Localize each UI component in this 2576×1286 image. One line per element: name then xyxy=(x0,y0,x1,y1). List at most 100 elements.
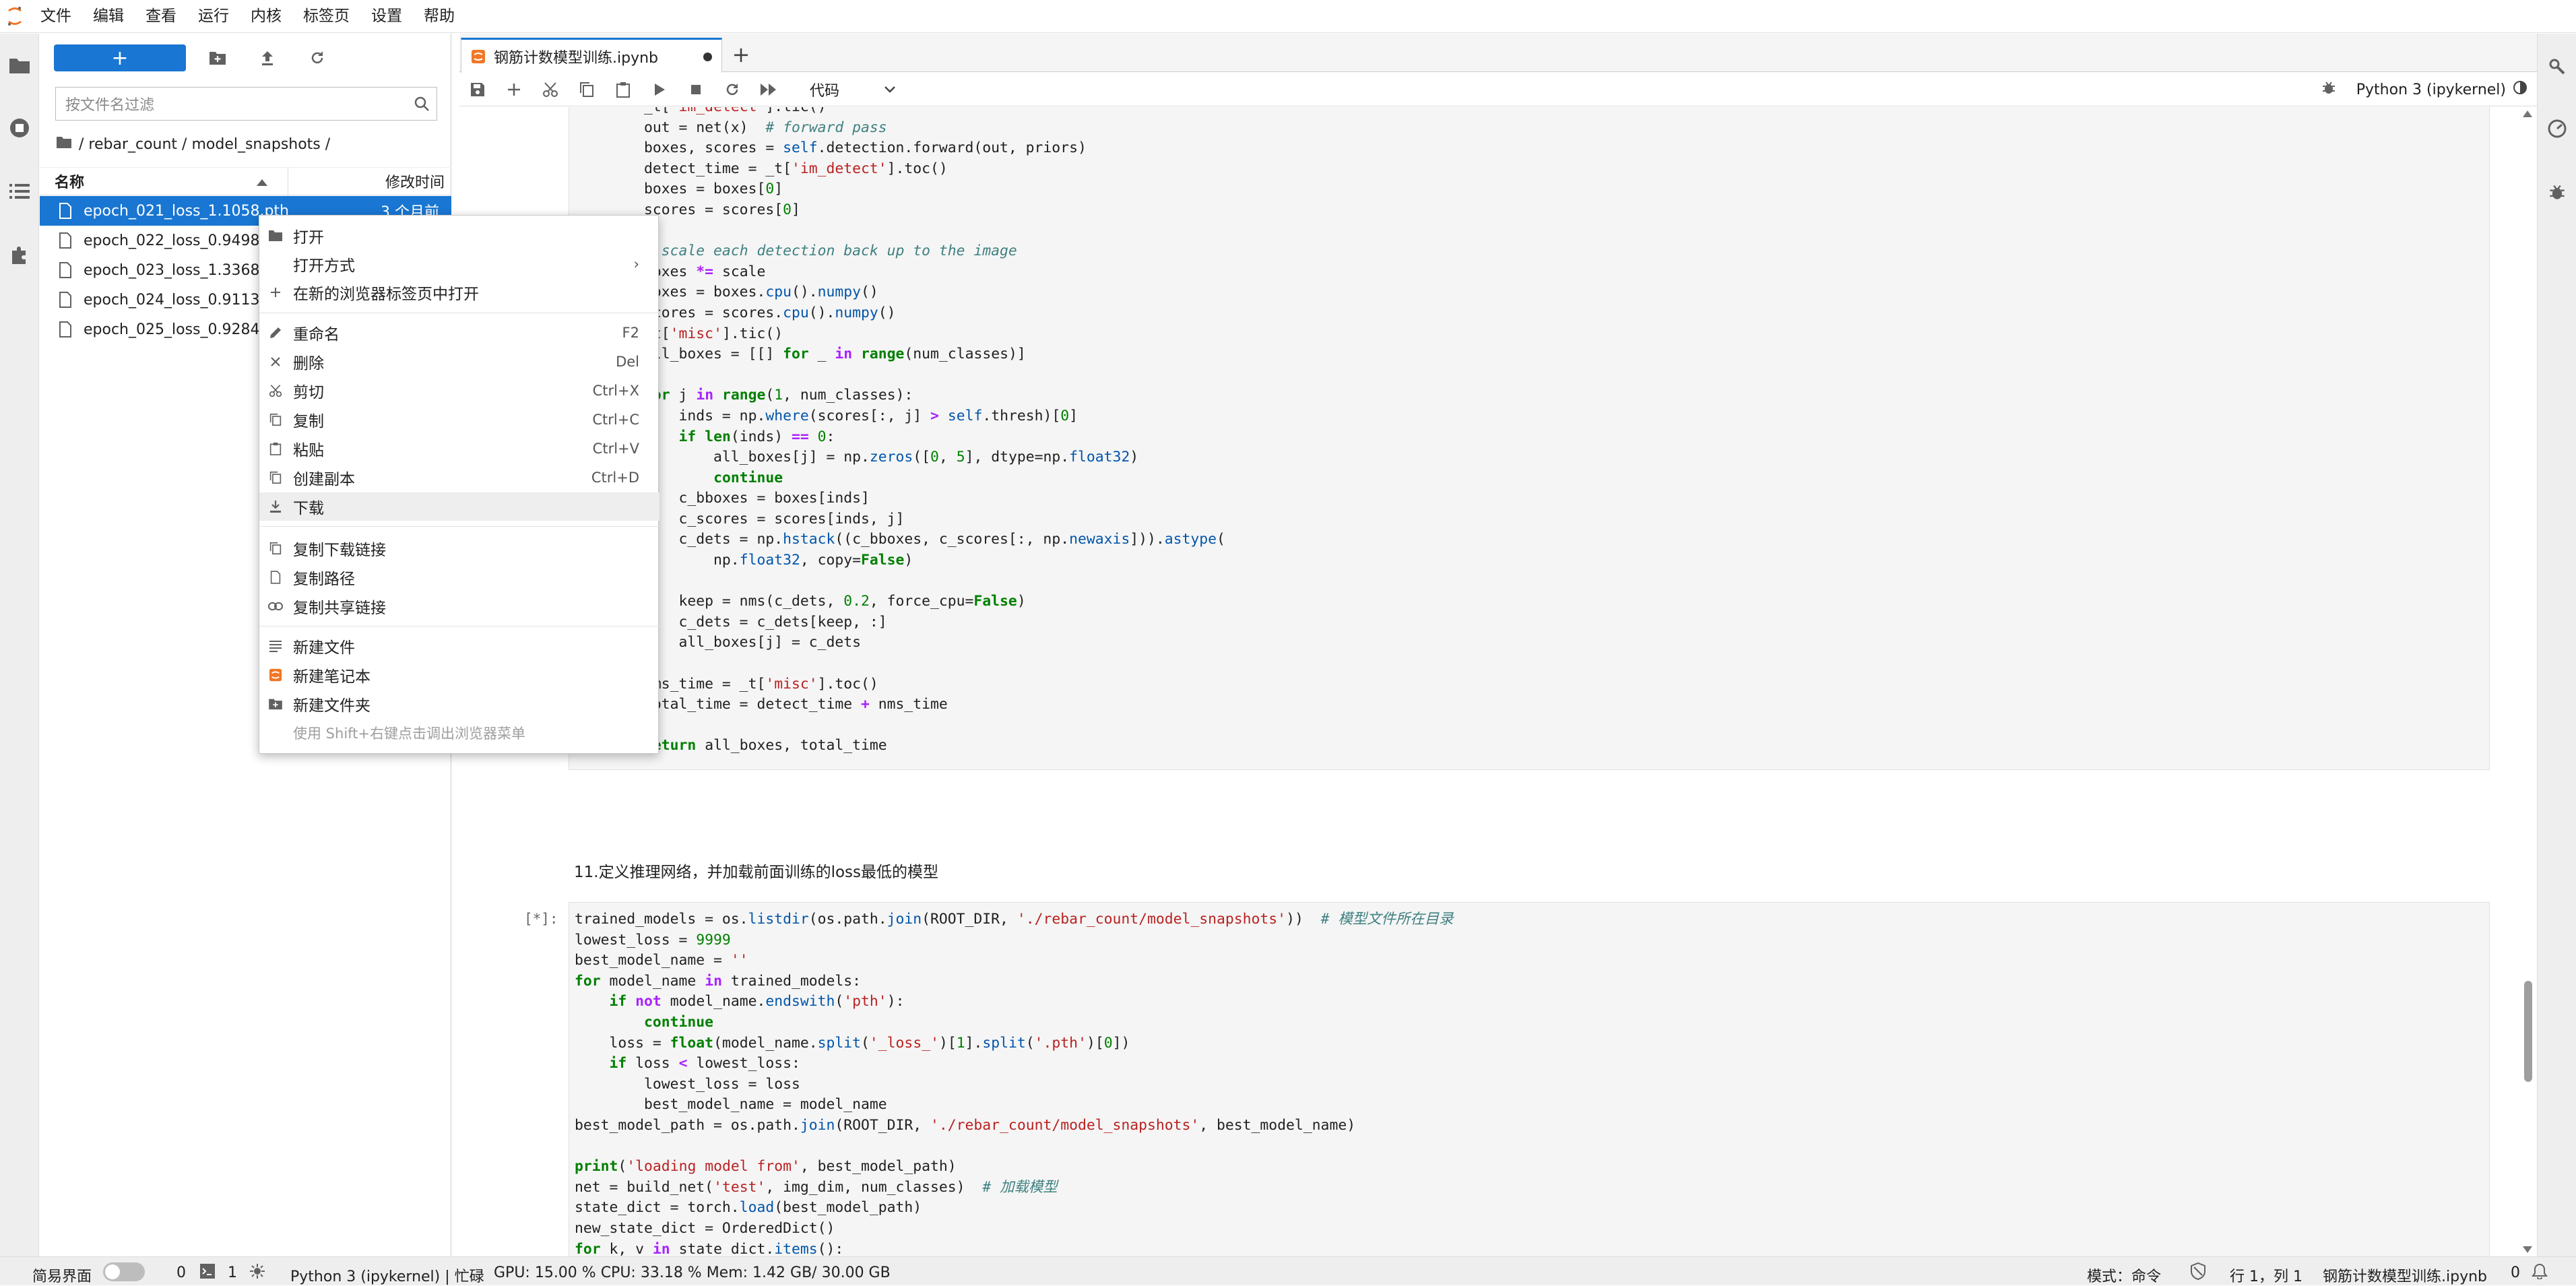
paste-icon xyxy=(267,441,284,457)
column-modified-header[interactable]: 修改时间 xyxy=(385,170,445,192)
menu-item-open-browser-tab[interactable]: 在新的浏览器标签页中打开 xyxy=(259,278,659,307)
file-icon xyxy=(59,203,72,223)
new-launcher-button[interactable]: + xyxy=(54,44,186,71)
current-file: 钢筋计数模型训练.ipynb xyxy=(2323,1268,2487,1285)
tab-notebook[interactable]: 钢筋计数模型训练.ipynb xyxy=(461,38,722,73)
kernel-icon[interactable] xyxy=(249,1263,265,1283)
cell-type-value: 代码 xyxy=(810,83,840,100)
extension-manager-icon[interactable] xyxy=(5,241,34,269)
resource-usage: GPU: 15.00 % CPU: 33.18 % Mem: 1.42 GB/ … xyxy=(494,1264,891,1281)
column-name-header[interactable]: 名称 xyxy=(55,170,84,192)
restart-run-all-icon[interactable] xyxy=(750,73,787,106)
restart-icon[interactable] xyxy=(714,73,750,106)
menu-settings[interactable]: 设置 xyxy=(360,0,413,33)
kernel-count[interactable]: 1 xyxy=(228,1264,237,1281)
menu-help[interactable]: 帮助 xyxy=(413,0,465,33)
menu-item-rename[interactable]: 重命名 F2 xyxy=(259,319,659,347)
menu-view[interactable]: 查看 xyxy=(135,0,187,33)
refresh-icon[interactable] xyxy=(299,44,335,71)
trusted-icon[interactable] xyxy=(2189,1262,2207,1284)
search-icon xyxy=(414,96,430,116)
add-tab-button[interactable]: + xyxy=(724,38,758,71)
chevron-down-icon xyxy=(884,81,896,98)
menu-label: 新建文件夹 xyxy=(293,697,371,715)
simple-mode-label: 简易界面 xyxy=(32,1268,92,1285)
notebook-icon xyxy=(471,49,486,68)
cut-icon[interactable] xyxy=(532,73,569,106)
insert-cell-icon[interactable] xyxy=(496,73,532,106)
file-icon xyxy=(59,232,72,253)
menu-item-open[interactable]: 打开 xyxy=(259,222,659,250)
menu-edit[interactable]: 编辑 xyxy=(82,0,135,33)
menu-item-open-with[interactable]: 打开方式 › xyxy=(259,250,659,278)
stop-icon[interactable] xyxy=(678,73,714,106)
menu-item-new-folder[interactable]: 新建文件夹 xyxy=(259,690,659,718)
paste-icon[interactable] xyxy=(605,73,641,106)
bell-icon[interactable] xyxy=(2532,1263,2548,1283)
folder-icon[interactable] xyxy=(5,51,34,79)
markdown-cell[interactable]: 11.定义推理网络，并加载前面训练的loss最低的模型 xyxy=(574,859,938,882)
breadcrumb-path[interactable]: / rebar_count / model_snapshots / xyxy=(79,136,330,153)
cell-type-select[interactable]: 代码 xyxy=(804,78,905,101)
menubar: 文件 编辑 查看 运行 内核 标签页 设置 帮助 xyxy=(0,0,2576,33)
right-sidebar-tabs xyxy=(2537,34,2576,1256)
notebook-scrollbar[interactable] xyxy=(2522,107,2533,1256)
file-icon xyxy=(59,262,72,282)
menu-item-copy-shareable-link[interactable]: 复制共享链接 xyxy=(259,592,659,620)
tab-title: 钢筋计数模型训练.ipynb xyxy=(494,49,658,67)
menu-item-copy[interactable]: 复制 Ctrl+C xyxy=(259,406,659,434)
menu-file[interactable]: 文件 xyxy=(30,0,82,33)
menu-tabs[interactable]: 标签页 xyxy=(292,0,360,33)
notification-count[interactable]: 0 xyxy=(2511,1264,2520,1281)
copy-icon[interactable] xyxy=(569,73,605,106)
upload-icon[interactable] xyxy=(249,44,286,71)
terminal-count[interactable]: 0 xyxy=(176,1264,186,1281)
file-list-header: 名称 修改时间 xyxy=(40,167,451,196)
running-sessions-icon[interactable] xyxy=(5,114,34,142)
save-icon[interactable] xyxy=(459,73,496,106)
debugger-icon[interactable] xyxy=(2543,178,2571,206)
code-cell-previous[interactable]: _t['im_detect'].tic() out = net(x) # for… xyxy=(569,107,2490,770)
menu-item-new-file[interactable]: 新建文件 xyxy=(259,632,659,660)
menu-label: 重命名 xyxy=(293,326,340,344)
menu-item-copy-download-link[interactable]: 复制下载链接 xyxy=(259,534,659,562)
copy-icon xyxy=(267,540,284,556)
cursor-position[interactable]: 行 1，列 1 xyxy=(2230,1264,2303,1286)
menu-item-duplicate[interactable]: 创建副本 Ctrl+D xyxy=(259,463,659,492)
kernel-name[interactable]: Python 3 (ipykernel) xyxy=(2356,82,2506,98)
menu-item-cut[interactable]: 剪切 Ctrl+X xyxy=(259,377,659,405)
command-mode[interactable]: 模式：命令 xyxy=(2087,1264,2161,1286)
menu-label: 打开 xyxy=(293,229,324,247)
folder-icon[interactable] xyxy=(56,135,72,153)
menu-shortcut: Ctrl+C xyxy=(592,412,639,428)
resource-usage-icon[interactable] xyxy=(2543,115,2571,143)
run-icon[interactable] xyxy=(641,73,678,106)
tab-bar: 钢筋计数模型训练.ipynb + xyxy=(459,34,2537,73)
sort-ascending-icon[interactable] xyxy=(257,173,267,190)
scroll-thumb[interactable] xyxy=(2524,981,2532,1082)
menu-item-copy-path[interactable]: 复制路径 xyxy=(259,563,659,591)
table-of-contents-icon[interactable] xyxy=(5,177,34,205)
menu-kernel[interactable]: 内核 xyxy=(240,0,292,33)
property-inspector-icon[interactable] xyxy=(2543,53,2571,81)
code-cell-active[interactable]: trained_models = os.listdir(os.path.join… xyxy=(569,902,2490,1256)
menu-separator xyxy=(259,526,659,527)
scroll-up-icon[interactable] xyxy=(2522,110,2533,118)
menu-item-delete[interactable]: 删除 Del xyxy=(259,348,659,376)
menu-shortcut: Ctrl+D xyxy=(591,470,639,486)
menu-run[interactable]: 运行 xyxy=(187,0,240,33)
execution-prompt: [*]: xyxy=(524,911,558,927)
unsaved-indicator-icon[interactable] xyxy=(703,53,712,61)
simple-mode-toggle[interactable] xyxy=(103,1262,145,1281)
menu-item-download[interactable]: 下载 xyxy=(259,492,659,521)
kernel-status-text[interactable]: Python 3 (ipykernel) | 忙碌 xyxy=(290,1264,484,1286)
menu-item-new-notebook[interactable]: 新建笔记本 xyxy=(259,661,659,689)
menu-label: 打开方式 xyxy=(293,257,355,275)
file-context-menu: 打开 打开方式 › 在新的浏览器标签页中打开 重命名 F2 删除 Del 剪切 … xyxy=(259,215,659,754)
menu-item-paste[interactable]: 粘贴 Ctrl+V xyxy=(259,435,659,463)
bug-icon[interactable] xyxy=(2321,80,2336,99)
filter-input[interactable]: 按文件名过滤 xyxy=(55,87,437,121)
scroll-down-icon[interactable] xyxy=(2522,1246,2533,1254)
new-folder-icon[interactable] xyxy=(199,44,236,71)
terminal-icon[interactable] xyxy=(199,1263,216,1283)
